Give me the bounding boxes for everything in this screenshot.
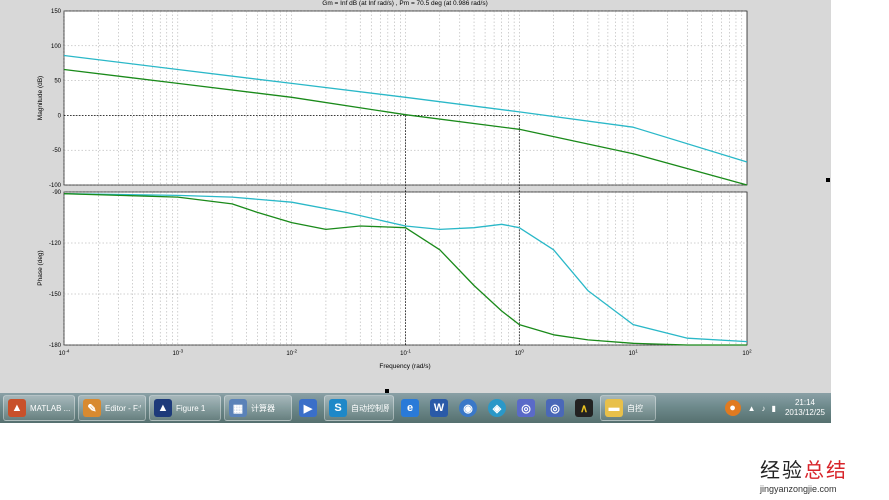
system-tray: ● ▲ ♪ ▮ 21:14 2013/12/25 [724,393,831,423]
watermark-url: jingyanzongjie.com [760,484,837,494]
taskbar-item-app[interactable]: ◎ [513,395,539,421]
taskbar-item-network[interactable]: ◉ [455,395,481,421]
matlab-icon: ▲ [8,399,26,417]
resize-handle[interactable] [826,178,830,182]
phase-tick-label: -150 [49,292,62,298]
volume-icon[interactable]: ♪ [762,404,766,413]
frequency-tick-label: 102 [742,349,752,358]
matlab-figure-window: Gm = Inf dB (at Inf rad/s) , Pm = 70.5 d… [0,0,831,393]
phase-tick-label: -180 [49,343,62,349]
taskbar-item-calculator[interactable]: ▦ 计算器 [224,395,292,421]
magnitude-tick-label: 150 [51,9,62,15]
norton-icon: ∧ [575,399,593,417]
frequency-tick-label: 10-3 [172,349,183,358]
magnitude-tick-label: 100 [51,44,62,50]
taskbar-item-ie[interactable]: e [397,395,423,421]
app-icon: ◎ [517,399,535,417]
magnitude-ylabel: Magnitude (dB) [37,76,44,120]
taskbar-item-label: Editor - F:\... [105,403,141,413]
calculator-icon: ▦ [229,399,247,417]
phase-tick-label: -120 [49,241,62,247]
taskbar-item-browser[interactable]: ◈ [484,395,510,421]
frequency-tick-label: 10-4 [59,349,70,358]
taskbar-item-app2[interactable]: ◎ [542,395,568,421]
frequency-tick-label: 10-2 [286,349,297,358]
watermark: 经验总结 jingyanzongjie.com [760,454,880,494]
magnitude-tick-label: -100 [49,183,62,189]
media-icon: ▶ [299,399,317,417]
ie-icon: e [401,399,419,417]
tray-expand-icon[interactable]: ▲ [748,404,756,413]
bode-plot: Gm = Inf dB (at Inf rad/s) , Pm = 70.5 d… [37,0,752,370]
frequency-xlabel: Frequency (rad/s) [379,363,430,370]
taskbar-item-label: 自动控制原... [351,403,389,413]
browser-icon: ◈ [488,399,506,417]
tray-app-icon[interactable]: ● [724,400,741,416]
editor-icon: ✎ [83,399,101,417]
frequency-tick-label: 100 [515,349,525,358]
magnitude-tick-label: 0 [58,113,62,119]
magnitude-tick-label: 50 [54,79,61,85]
taskbar-item-label: 计算器 [251,403,275,413]
frequency-tick-label: 101 [629,349,639,358]
taskbar-item-folder[interactable]: ▬ 自控 [600,395,656,421]
figure-icon: ▲ [154,399,172,417]
taskbar-item-label: Figure 1 [176,403,206,413]
taskbar-item-media[interactable]: ▶ [295,395,321,421]
taskbar-item-word[interactable]: W [426,395,452,421]
word-icon: W [430,399,448,417]
watermark-brand: 经验总结 [760,458,848,482]
taskbar-item-label: MATLAB ... [30,403,70,413]
taskbar-clock[interactable]: 21:14 2013/12/25 [785,398,825,418]
plot-title: Gm = Inf dB (at Inf rad/s) , Pm = 70.5 d… [322,0,487,7]
taskbar-item-sogou[interactable]: S 自动控制原... [324,395,394,421]
windows-taskbar: ▲ MATLAB ... ✎ Editor - F:\... ▲ Figure … [0,393,831,423]
taskbar-item-editor[interactable]: ✎ Editor - F:\... [78,395,146,421]
folder-icon: ▬ [605,399,623,417]
tray-icon[interactable]: ▮ [772,404,776,413]
clock-date: 2013/12/25 [784,408,825,417]
taskbar-item-norton[interactable]: ∧ [571,395,597,421]
clock-time: 21:14 [794,398,815,407]
network-icon: ◉ [459,399,477,417]
sogou-icon: S [329,399,347,417]
magnitude-tick-label: -50 [52,148,61,154]
frequency-tick-label: 10-1 [400,349,411,358]
phase-ylabel: Phase (deg) [37,250,44,285]
taskbar-item-matlab[interactable]: ▲ MATLAB ... [3,395,75,421]
taskbar-item-label: 自控 [627,403,643,413]
app2-icon: ◎ [546,399,564,417]
phase-tick-label: -90 [52,190,61,196]
taskbar-item-figure[interactable]: ▲ Figure 1 [149,395,221,421]
